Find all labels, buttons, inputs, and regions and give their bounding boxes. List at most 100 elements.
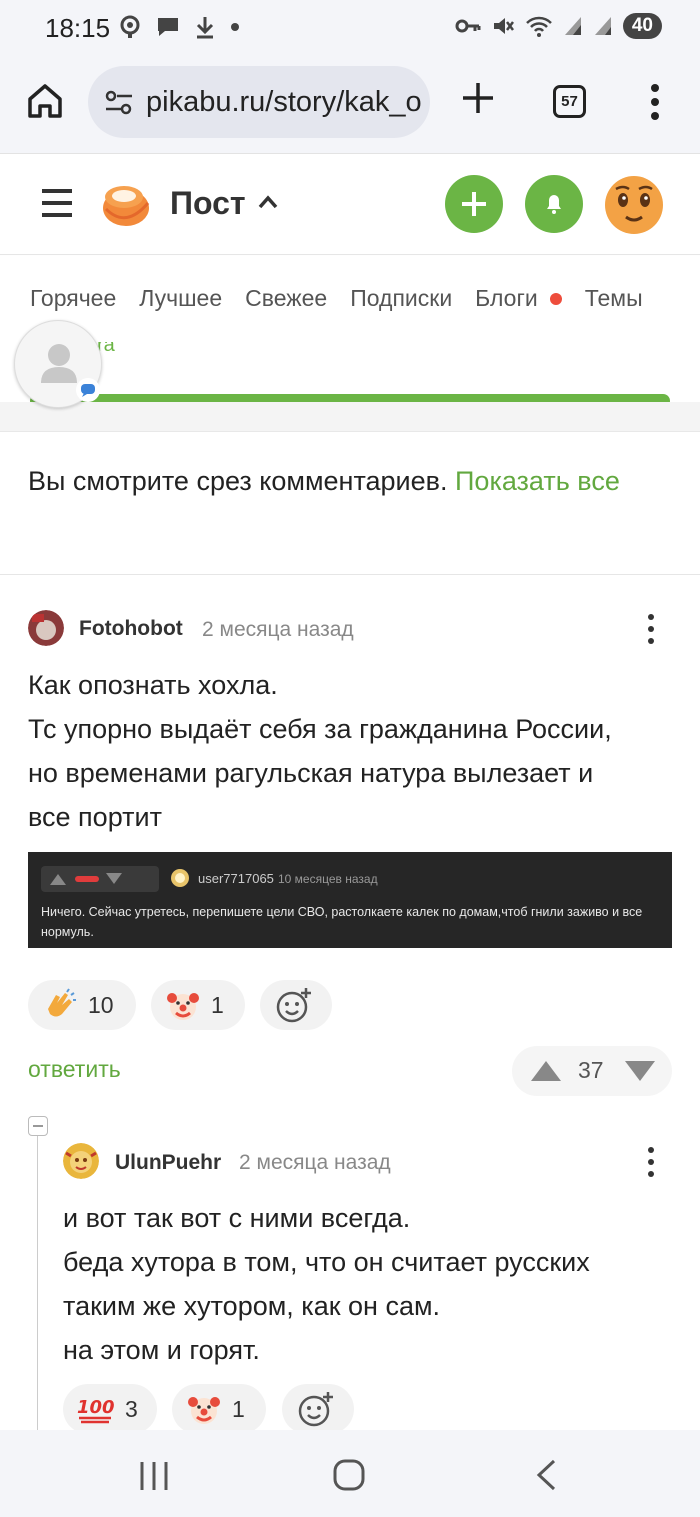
reaction-count: 1 (211, 991, 224, 1018)
green-action-bar[interactable] (30, 394, 670, 402)
site-settings-icon[interactable] (104, 90, 134, 116)
downvote-icon[interactable] (624, 1059, 656, 1083)
home-icon[interactable] (26, 82, 64, 120)
comment-attached-image[interactable]: user7717065 10 месяцев назад Ничего. Сей… (28, 852, 672, 948)
reaction-hundred[interactable]: 100 3 (63, 1384, 157, 1434)
battery-indicator: 40 (622, 13, 662, 39)
section-gap (0, 402, 700, 432)
clown-face-icon (167, 993, 199, 1020)
new-tab-icon[interactable] (460, 80, 496, 116)
back-icon[interactable] (534, 1458, 558, 1492)
signal-icon (564, 17, 581, 35)
tab-switcher-button[interactable]: 57 (553, 85, 586, 118)
clown-face-icon (188, 1397, 220, 1424)
bell-icon (547, 195, 561, 214)
upvote-icon[interactable] (530, 1059, 562, 1083)
category-nav: Горячее Лучшее Свежее Подписки Блоги Тем… (0, 256, 700, 342)
image-username: user7717065 (198, 871, 274, 886)
comment-rating: 37 (578, 1057, 604, 1083)
nav-tab-hot[interactable]: Горячее (30, 285, 116, 312)
comment-body: Как опознать хохла. Тс упорно выдаёт себ… (28, 663, 612, 839)
image-time: 10 месяцев назад (278, 872, 378, 886)
nav-tab-fresh[interactable]: Свежее (245, 285, 327, 312)
signal-icon-2 (594, 17, 611, 35)
reaction-clown[interactable]: 1 (151, 980, 245, 1030)
url-text: pikabu.ru/story/kak_o (146, 86, 422, 118)
notice-text: Вы смотрите срез комментариев. (28, 466, 448, 496)
nav-tab-subscriptions[interactable]: Подписки (350, 285, 452, 312)
status-bar: 18:15 40 (0, 0, 700, 56)
comment-author[interactable]: Fotohobot (79, 617, 183, 641)
comment-line: беда хутора в том, что он считает русски… (63, 1247, 590, 1277)
thread-line[interactable] (37, 1136, 38, 1436)
comment-author-avatar[interactable] (63, 1143, 99, 1179)
site-header: Пост (0, 155, 700, 255)
nav-tab-blogs-label: Блоги (475, 285, 538, 311)
pikabu-logo-icon[interactable] (100, 181, 152, 229)
hamburger-menu-icon[interactable] (40, 187, 74, 219)
nav-tab-blogs[interactable]: Блоги (475, 285, 562, 312)
add-reaction-button[interactable] (260, 980, 332, 1030)
previous-post-card: ra (0, 342, 700, 402)
nav-tab-best[interactable]: Лучшее (139, 285, 222, 312)
reaction-count: 3 (125, 1395, 138, 1422)
add-reaction-button[interactable] (282, 1384, 354, 1434)
user-avatar[interactable] (604, 175, 664, 235)
divider (0, 574, 700, 575)
system-navigation-bar (0, 1430, 700, 1517)
reply-link[interactable]: ответить (28, 1056, 121, 1083)
comment-line: но временами рагульская натура вылезает … (28, 758, 594, 788)
plus-icon (462, 192, 486, 216)
key-icon (455, 19, 481, 33)
show-all-link[interactable]: Показать все (455, 466, 620, 496)
page-title[interactable]: Пост (170, 185, 246, 222)
new-indicator-dot (549, 292, 562, 305)
image-avatar (171, 869, 189, 887)
image-vote-widget (41, 866, 159, 892)
comment-body: и вот так вот с ними всегда. беда хутора… (63, 1196, 590, 1372)
podcast-icon (120, 15, 140, 38)
comment-more-icon[interactable] (646, 613, 656, 645)
reaction-clap[interactable]: 10 (28, 980, 136, 1030)
browser-toolbar: pikabu.ru/story/kak_o 57 (0, 56, 700, 154)
status-time: 18:15 (45, 13, 111, 43)
comment-time: 2 месяца назад (239, 1151, 391, 1174)
chat-badge-icon (76, 378, 100, 402)
reaction-clown[interactable]: 1 (172, 1384, 266, 1434)
hundred-points-icon: 100 (77, 1397, 115, 1424)
comment-author-avatar[interactable] (28, 610, 64, 646)
add-emoji-icon (298, 1392, 333, 1427)
comment-time: 2 месяца назад (202, 618, 354, 641)
comment-line: таким же хутором, как он сам. (63, 1291, 441, 1321)
clapping-hands-icon (48, 988, 76, 1017)
comment-line: и вот так вот с ними всегда. (63, 1203, 411, 1233)
chat-bubble-icon (158, 18, 178, 36)
add-post-button[interactable] (445, 175, 503, 233)
comment-line: все портит (28, 802, 162, 832)
reaction-count: 10 (88, 991, 114, 1018)
comment-vote-widget: 37 (512, 1046, 672, 1096)
download-icon (196, 17, 214, 39)
comment-more-icon[interactable] (646, 1146, 656, 1178)
wifi-icon (525, 16, 552, 37)
recent-apps-icon[interactable] (138, 1460, 170, 1492)
overflow-menu-icon[interactable] (647, 82, 663, 122)
chevron-up-icon[interactable] (258, 195, 278, 209)
comment-line: Тс упорно выдаёт себя за гражданина Росс… (28, 714, 612, 744)
comment-author[interactable]: UlunPuehr (115, 1151, 221, 1175)
image-upvote-icon (50, 874, 66, 885)
image-downvote-icon (106, 873, 122, 884)
comment-line: Как опознать хохла. (28, 670, 278, 700)
mute-icon (493, 18, 514, 34)
comments-slice-notice: Вы смотрите срез комментариев. Показать … (28, 459, 668, 503)
image-text: Ничего. Сейчас утретесь, перепишете цели… (41, 905, 643, 939)
comment-line: на этом и горят. (63, 1335, 260, 1365)
reaction-count: 1 (232, 1395, 245, 1422)
nav-tab-topics[interactable]: Темы (585, 285, 643, 312)
notifications-button[interactable] (525, 175, 583, 233)
collapse-thread-button[interactable] (28, 1116, 48, 1136)
url-bar[interactable]: pikabu.ru/story/kak_o (88, 66, 430, 138)
minus-icon (33, 1125, 43, 1127)
dot-icon (231, 23, 239, 31)
home-nav-icon[interactable] (332, 1458, 366, 1492)
